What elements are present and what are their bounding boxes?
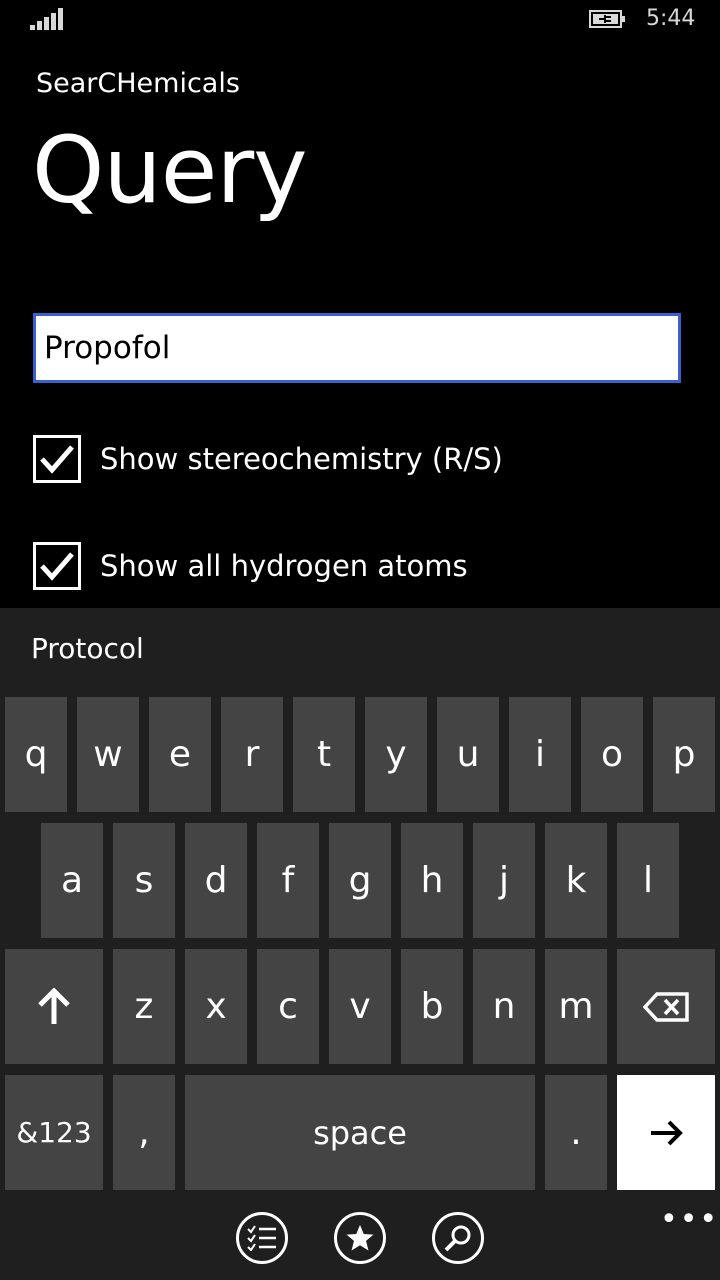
hydrogen-atoms-checkbox[interactable] <box>33 542 81 590</box>
backspace-icon <box>643 991 689 1022</box>
key-e[interactable]: e <box>149 697 211 812</box>
key-w[interactable]: w <box>77 697 139 812</box>
shift-arrow-icon <box>38 987 70 1024</box>
hydrogen-atoms-label: Show all hydrogen atoms <box>100 549 468 583</box>
key-j[interactable]: j <box>473 823 535 938</box>
search-icon <box>444 1225 471 1252</box>
hydrogen-atoms-option[interactable]: Show all hydrogen atoms <box>33 541 468 591</box>
list-button[interactable] <box>236 1212 288 1264</box>
key-s[interactable]: s <box>113 823 175 938</box>
search-button[interactable] <box>432 1212 484 1264</box>
favorite-button[interactable] <box>334 1212 386 1264</box>
key-x[interactable]: x <box>185 949 247 1064</box>
checkmark-icon <box>40 445 74 474</box>
space-key[interactable]: space <box>185 1075 535 1190</box>
battery-charging-icon <box>589 10 625 28</box>
stereochemistry-label: Show stereochemistry (R/S) <box>100 442 503 476</box>
key-v[interactable]: v <box>329 949 391 1064</box>
word-suggestion[interactable]: Protocol <box>31 632 144 665</box>
key-y[interactable]: y <box>365 697 427 812</box>
key-n[interactable]: n <box>473 949 535 1064</box>
backspace-key[interactable] <box>617 949 715 1064</box>
key-r[interactable]: r <box>221 697 283 812</box>
key-g[interactable]: g <box>329 823 391 938</box>
search-input[interactable] <box>33 313 681 383</box>
stereochemistry-checkbox[interactable] <box>33 435 81 483</box>
key-p[interactable]: p <box>653 697 715 812</box>
key-i[interactable]: i <box>509 697 571 812</box>
page-title: Query <box>32 117 308 224</box>
list-icon <box>247 1225 276 1251</box>
stereochemistry-option[interactable]: Show stereochemistry (R/S) <box>33 434 503 484</box>
key-z[interactable]: z <box>113 949 175 1064</box>
key-c[interactable]: c <box>257 949 319 1064</box>
suggestion-bar: Protocol <box>0 608 720 692</box>
key-h[interactable]: h <box>401 823 463 938</box>
app-bar: ••• <box>0 1200 720 1280</box>
checkmark-icon <box>40 552 74 581</box>
period-key[interactable]: . <box>545 1075 607 1190</box>
key-k[interactable]: k <box>545 823 607 938</box>
enter-arrow-icon <box>651 1120 683 1145</box>
on-screen-keyboard: q w e r t y u i o p a s d f g h j k l z … <box>0 692 720 1280</box>
enter-key[interactable] <box>617 1075 715 1190</box>
shift-key[interactable] <box>5 949 103 1064</box>
key-f[interactable]: f <box>257 823 319 938</box>
key-o[interactable]: o <box>581 697 643 812</box>
key-q[interactable]: q <box>5 697 67 812</box>
signal-strength-icon <box>30 8 63 30</box>
star-icon <box>346 1224 374 1251</box>
app-name: SearCHemicals <box>36 68 240 99</box>
more-options-button[interactable]: ••• <box>660 1202 719 1237</box>
key-l[interactable]: l <box>617 823 679 938</box>
key-a[interactable]: a <box>41 823 103 938</box>
status-bar: 5:44 <box>0 0 720 40</box>
comma-key[interactable]: , <box>113 1075 175 1190</box>
key-u[interactable]: u <box>437 697 499 812</box>
numbers-key[interactable]: &123 <box>5 1075 103 1190</box>
key-m[interactable]: m <box>545 949 607 1064</box>
key-d[interactable]: d <box>185 823 247 938</box>
clock: 5:44 <box>646 6 696 31</box>
key-t[interactable]: t <box>293 697 355 812</box>
key-b[interactable]: b <box>401 949 463 1064</box>
